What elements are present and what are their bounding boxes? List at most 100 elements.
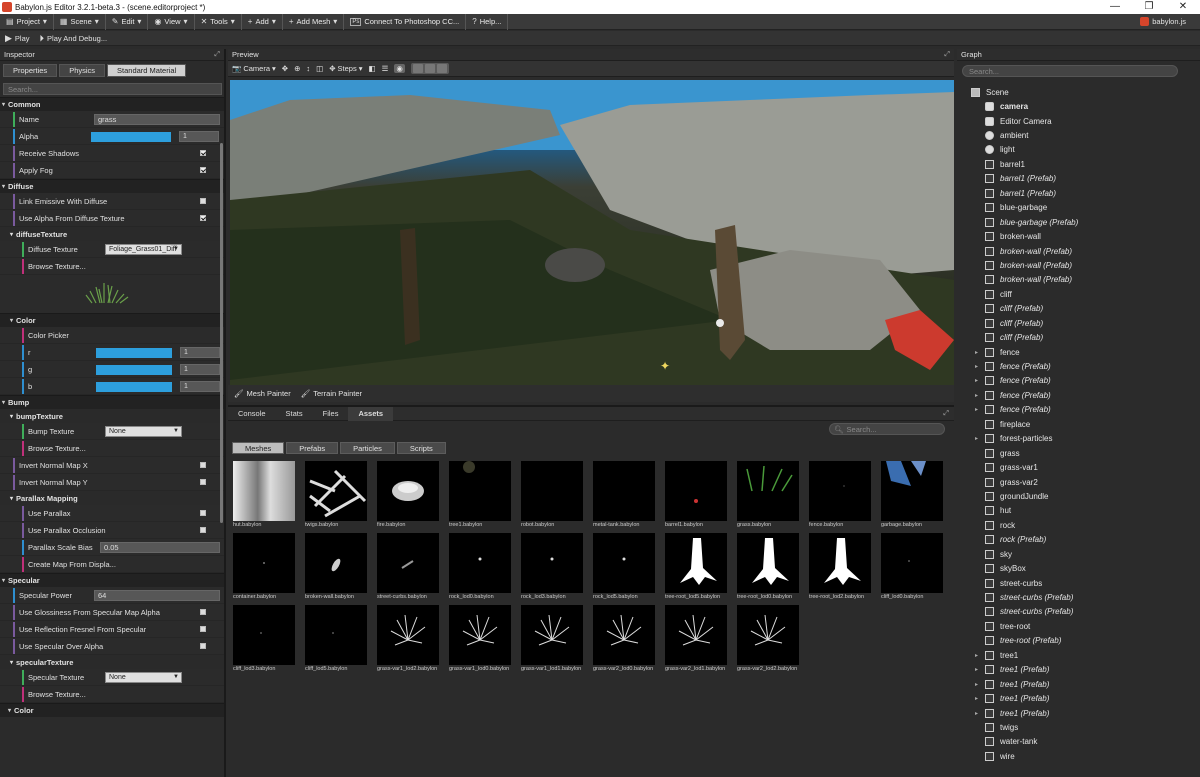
asset-item[interactable]: grass-var2_lod0.babylon xyxy=(593,605,655,672)
asset-item[interactable]: grass-var2_lod1.babylon xyxy=(665,605,727,672)
expand-arrow-icon[interactable]: ▸ xyxy=(975,363,985,370)
invert-x-checkbox[interactable] xyxy=(200,462,206,468)
graph-node[interactable]: rock (Prefab) xyxy=(963,533,1193,547)
asset-item[interactable]: street-curbs.babylon xyxy=(377,533,439,600)
move-gizmo-icon[interactable]: ✥ xyxy=(282,64,288,73)
graph-node[interactable]: ▸ fence xyxy=(963,345,1193,359)
graph-node[interactable]: groundJundle xyxy=(963,489,1193,503)
tab-prefabs[interactable]: Prefabs xyxy=(286,442,339,454)
expand-arrow-icon[interactable]: ▸ xyxy=(975,392,985,399)
subsection-bump-texture[interactable]: ▾ bumpTexture xyxy=(0,409,224,423)
graph-node[interactable]: sky xyxy=(963,547,1193,561)
asset-item[interactable]: grass.babylon xyxy=(737,461,799,528)
expand-arrow-icon[interactable]: ▸ xyxy=(975,695,985,702)
asset-item[interactable]: cliff_lod0.babylon xyxy=(881,533,943,600)
graph-node[interactable]: skyBox xyxy=(963,561,1193,575)
color-g-field[interactable]: 1 xyxy=(180,364,220,375)
camera-dropdown[interactable]: 📷 Camera ▾ xyxy=(232,64,276,73)
section-color[interactable]: ▾ Color xyxy=(0,313,224,327)
graph-node[interactable]: twigs xyxy=(963,720,1193,734)
graph-node[interactable]: rock xyxy=(963,518,1193,532)
asset-item[interactable]: cliff_lod3.babylon xyxy=(233,605,295,672)
color-r-slider[interactable] xyxy=(96,348,172,358)
graph-node[interactable]: ▸ tree1 (Prefab) xyxy=(963,691,1193,705)
menu-connect-photoshop[interactable]: Ps Connect To Photoshop CC... xyxy=(344,13,467,30)
use-parallax-checkbox[interactable] xyxy=(200,510,206,516)
tab-files[interactable]: Files xyxy=(313,407,349,421)
tab-scripts[interactable]: Scripts xyxy=(396,442,446,454)
asset-item[interactable]: garbage.babylon xyxy=(881,461,943,528)
row-create-map[interactable]: Create Map From Displa... xyxy=(0,556,224,573)
inspector-scrollbar[interactable] xyxy=(220,143,223,523)
menu-tools[interactable]: ✕ Tools ▾ xyxy=(195,13,242,30)
apply-fog-checkbox[interactable] xyxy=(200,167,206,173)
graph-node[interactable]: ▸ tree1 (Prefab) xyxy=(963,706,1193,720)
tab-meshes[interactable]: Meshes xyxy=(232,442,285,454)
graph-node[interactable]: blue-garbage xyxy=(963,201,1193,215)
graph-node[interactable]: cliff (Prefab) xyxy=(963,330,1193,344)
expand-arrow-icon[interactable]: ▸ xyxy=(975,349,985,356)
bounding-box-icon[interactable]: ◫ xyxy=(316,64,323,73)
graph-node[interactable]: broken-wall (Prefab) xyxy=(963,273,1193,287)
parallax-occlusion-checkbox[interactable] xyxy=(200,527,206,533)
specular-texture-select[interactable]: None xyxy=(105,672,182,683)
graph-node[interactable]: street-curbs (Prefab) xyxy=(963,590,1193,604)
maximize-panel-icon[interactable]: ⤢ xyxy=(943,410,949,418)
asset-item[interactable]: tree-root_lod5.babylon xyxy=(665,533,727,600)
graph-node[interactable]: broken-wall (Prefab) xyxy=(963,244,1193,258)
graph-node[interactable]: fireplace xyxy=(963,417,1193,431)
graph-node[interactable]: tree-root xyxy=(963,619,1193,633)
tab-physics[interactable]: Physics xyxy=(59,64,106,77)
graph-node[interactable]: wire xyxy=(963,749,1193,763)
maximize-icon[interactable]: ❐ xyxy=(1132,0,1166,14)
asset-item[interactable]: fence.babylon xyxy=(809,461,871,528)
graph-node[interactable]: cliff (Prefab) xyxy=(963,302,1193,316)
asset-item[interactable]: twigs.babylon xyxy=(305,461,367,528)
browse-texture-button[interactable]: Browse Texture... xyxy=(28,444,86,453)
asset-item[interactable]: grass-var1_lod0.babylon xyxy=(449,605,511,672)
render-texture-icon[interactable] xyxy=(412,64,423,73)
graph-node[interactable]: light xyxy=(963,143,1193,157)
asset-item[interactable]: cliff_lod5.babylon xyxy=(305,605,367,672)
expand-arrow-icon[interactable]: ▸ xyxy=(975,435,985,442)
tab-particles[interactable]: Particles xyxy=(340,442,395,454)
expand-arrow-icon[interactable]: ▸ xyxy=(975,652,985,659)
color-b-slider[interactable] xyxy=(96,382,172,392)
asset-item[interactable]: tree-root_lod2.babylon xyxy=(809,533,871,600)
graph-node[interactable]: blue-garbage (Prefab) xyxy=(963,215,1193,229)
tab-stats[interactable]: Stats xyxy=(276,407,313,421)
graph-node[interactable]: barrel1 (Prefab) xyxy=(963,172,1193,186)
graph-node[interactable]: ▸ fence (Prefab) xyxy=(963,374,1193,388)
3d-scene-canvas[interactable]: ✦ xyxy=(230,80,954,385)
graph-node[interactable]: grass-var2 xyxy=(963,475,1193,489)
tab-assets[interactable]: Assets xyxy=(348,406,394,421)
asset-item[interactable]: fire.babylon xyxy=(377,461,439,528)
expand-arrow-icon[interactable]: ▸ xyxy=(975,710,985,717)
asset-item[interactable]: metal-tank.babylon xyxy=(593,461,655,528)
graph-node[interactable]: camera xyxy=(963,99,1193,113)
color-picker-button[interactable]: Color Picker xyxy=(28,331,69,340)
graph-node[interactable]: barrel1 (Prefab) xyxy=(963,186,1193,200)
asset-item[interactable]: tree1.babylon xyxy=(449,461,511,528)
subsection-specular-texture[interactable]: ▾ specularTexture xyxy=(0,655,224,669)
graph-node[interactable]: cliff (Prefab) xyxy=(963,316,1193,330)
graph-node[interactable]: water-tank xyxy=(963,735,1193,749)
render-light-icon[interactable] xyxy=(424,64,435,73)
mesh-painter-button[interactable]: 🖌 Mesh Painter xyxy=(234,389,291,398)
rotate-gizmo-icon[interactable]: ⊕ xyxy=(294,64,300,73)
expand-arrow-icon[interactable]: ▸ xyxy=(975,377,985,384)
specular-power-field[interactable]: 64 xyxy=(94,590,220,601)
parallax-bias-field[interactable]: 0.05 xyxy=(100,542,220,553)
graph-node[interactable]: broken-wall xyxy=(963,229,1193,243)
glossiness-checkbox[interactable] xyxy=(200,609,206,615)
row-browse-specular[interactable]: Browse Texture... xyxy=(0,686,224,703)
menu-project[interactable]: ▤ Project ▾ xyxy=(0,13,54,30)
graph-node[interactable]: street-curbs (Prefab) xyxy=(963,605,1193,619)
play-button[interactable]: ▶ Play xyxy=(0,33,35,43)
expand-arrow-icon[interactable]: ▸ xyxy=(975,666,985,673)
section-specular[interactable]: ▾ Specular xyxy=(0,573,224,587)
alpha-value-field[interactable]: 1 xyxy=(179,131,219,142)
graph-node[interactable]: ▸ fence (Prefab) xyxy=(963,403,1193,417)
asset-item[interactable]: rock_lod5.babylon xyxy=(593,533,655,600)
section-bump[interactable]: ▾ Bump xyxy=(0,395,224,409)
